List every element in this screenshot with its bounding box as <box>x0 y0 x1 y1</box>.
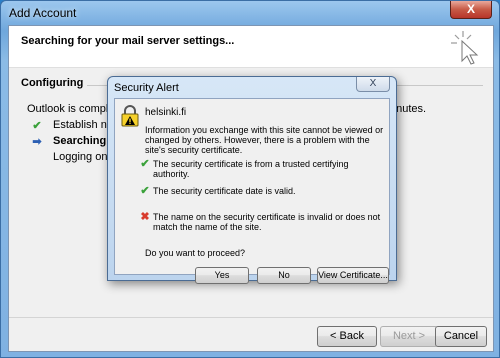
arrow-right-icon: ➡ <box>32 136 42 148</box>
next-button[interactable]: Next > <box>380 326 438 347</box>
dialog-title: Security Alert <box>114 82 179 94</box>
error-x-icon: ✖ <box>140 211 150 223</box>
window-close-button[interactable]: X <box>450 1 492 19</box>
cert-item-text: The name on the security certificate is … <box>153 212 381 232</box>
wizard-header: Searching for your mail server settings.… <box>9 26 493 68</box>
check-icon: ✔ <box>140 185 150 197</box>
footer-divider <box>9 317 493 318</box>
info-text: Information you exchange with this site … <box>145 125 384 155</box>
back-button[interactable]: < Back <box>317 326 377 347</box>
view-certificate-button[interactable]: View Certificate... <box>317 267 389 284</box>
cert-item-text: The security certificate is from a trust… <box>153 159 349 179</box>
dialog-close-button[interactable]: X <box>356 77 390 92</box>
proceed-question: Do you want to proceed? <box>145 248 246 258</box>
yes-button[interactable]: Yes <box>195 267 249 284</box>
mouse-cursor-icon <box>451 31 479 65</box>
section-title: Configuring <box>21 77 88 89</box>
site-name: helsinki.fi <box>145 107 187 118</box>
lock-warning-icon <box>121 105 139 127</box>
security-alert-dialog: Security Alert X helsinki.fi Information… <box>107 76 397 284</box>
cert-item-text: The security certificate date is valid. <box>153 186 296 196</box>
cert-item-date: ✔ The security certificate date is valid… <box>140 186 385 197</box>
cancel-button[interactable]: Cancel <box>435 326 487 347</box>
no-button[interactable]: No <box>257 267 311 284</box>
window-title: Add Account <box>9 6 77 20</box>
check-icon: ✔ <box>140 158 150 170</box>
title-bar[interactable]: Add Account X <box>1 1 499 25</box>
check-icon: ✔ <box>32 120 42 132</box>
cert-item-trusted: ✔ The security certificate is from a tru… <box>140 159 385 180</box>
wizard-header-title: Searching for your mail server settings.… <box>21 35 235 47</box>
dialog-body: helsinki.fi Information you exchange wit… <box>114 98 390 284</box>
cert-item-name: ✖ The name on the security certificate i… <box>140 212 385 233</box>
